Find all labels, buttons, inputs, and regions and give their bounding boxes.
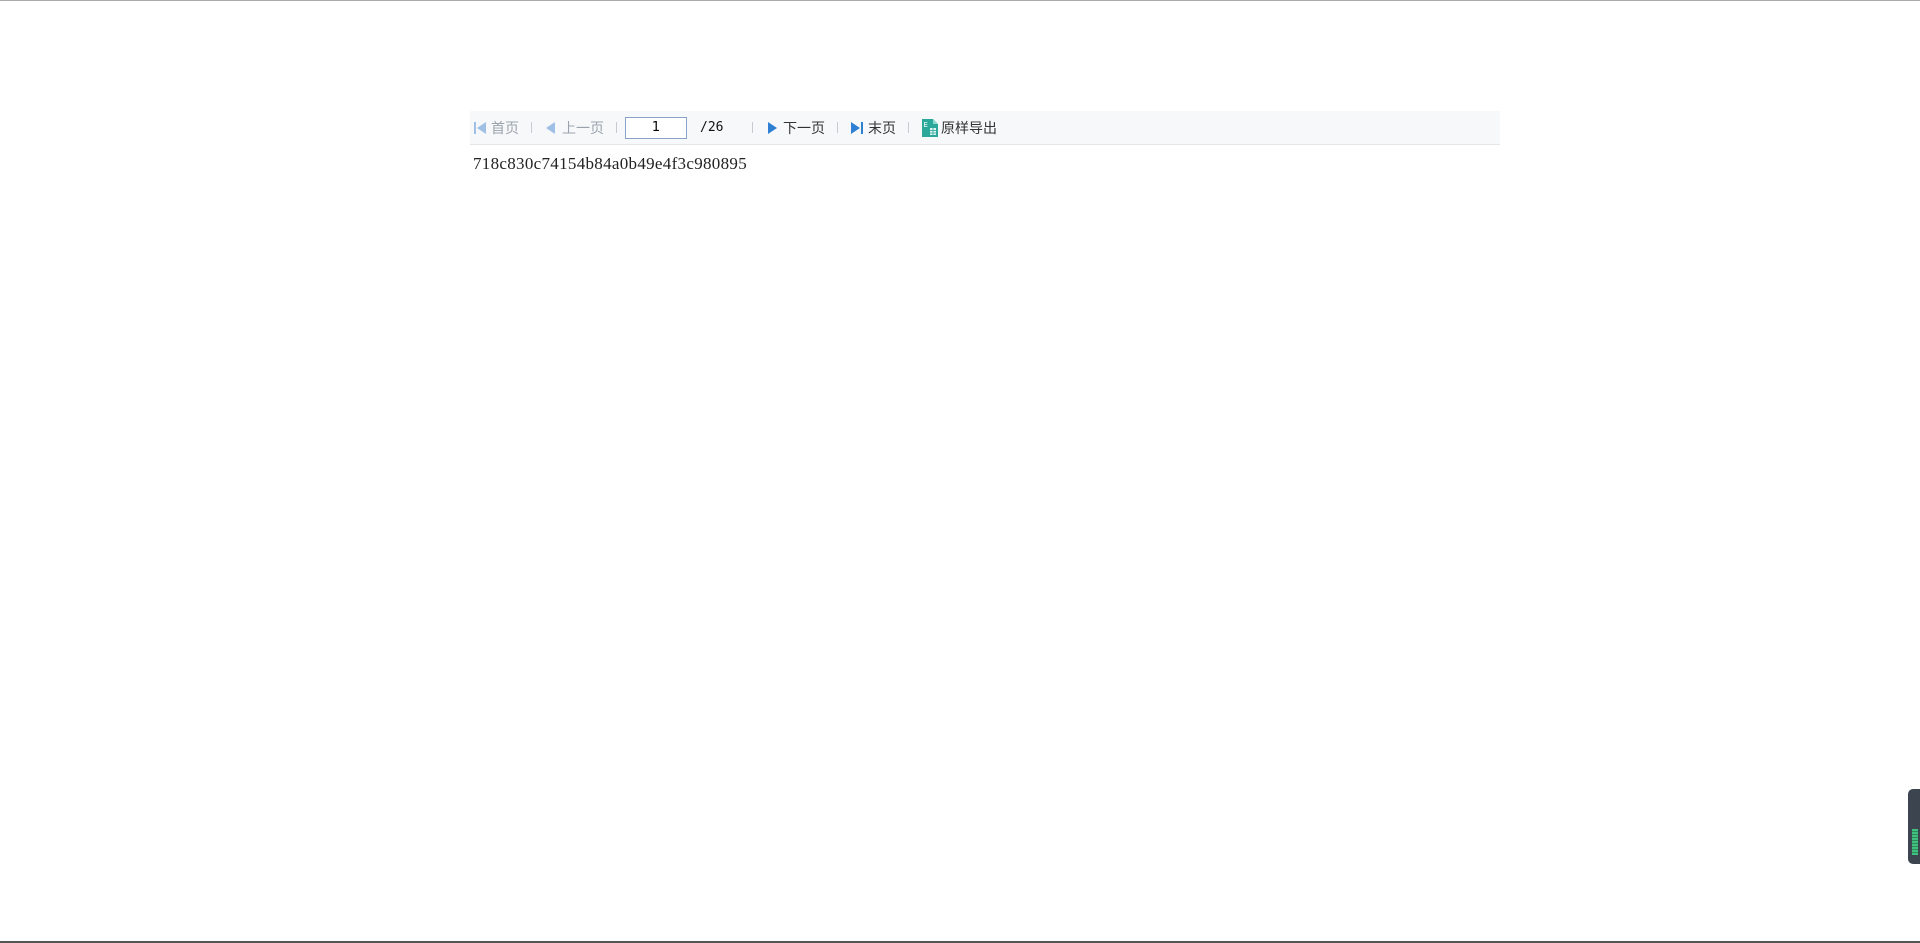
first-page-label: 首页	[491, 120, 519, 137]
last-page-button[interactable]: 末页	[850, 116, 896, 140]
export-button[interactable]: E 原样导出	[921, 116, 997, 140]
export-label: 原样导出	[941, 120, 997, 137]
export-excel-icon: E	[921, 118, 939, 138]
last-page-icon	[850, 121, 864, 135]
prev-page-button[interactable]: 上一页	[544, 116, 604, 140]
side-floating-widget[interactable]	[1908, 789, 1920, 864]
toolbar-separator	[616, 122, 617, 133]
first-page-icon	[473, 121, 487, 135]
toolbar-separator	[531, 122, 532, 133]
toolbar-separator	[908, 122, 909, 133]
toolbar-separator	[837, 122, 838, 133]
next-page-label: 下一页	[783, 120, 825, 137]
export-icon-letter: E	[924, 121, 928, 129]
total-pages: /26	[700, 120, 724, 135]
first-page-button[interactable]: 首页	[473, 116, 519, 140]
next-page-icon	[765, 121, 779, 135]
next-page-button[interactable]: 下一页	[765, 116, 825, 140]
report-container: 首页 上一页 /26	[470, 111, 1500, 174]
page-number-input[interactable]	[625, 116, 687, 139]
pagination-toolbar: 首页 上一页 /26	[470, 111, 1500, 145]
prev-page-icon	[544, 121, 558, 135]
level-meter-icon	[1912, 829, 1918, 855]
last-page-label: 末页	[868, 120, 896, 137]
prev-page-label: 上一页	[562, 120, 604, 137]
page: 首页 上一页 /26	[0, 0, 1920, 943]
report-content-text: 718c830c74154b84a0b49e4f3c980895	[473, 154, 747, 173]
toolbar-separator	[752, 122, 753, 133]
